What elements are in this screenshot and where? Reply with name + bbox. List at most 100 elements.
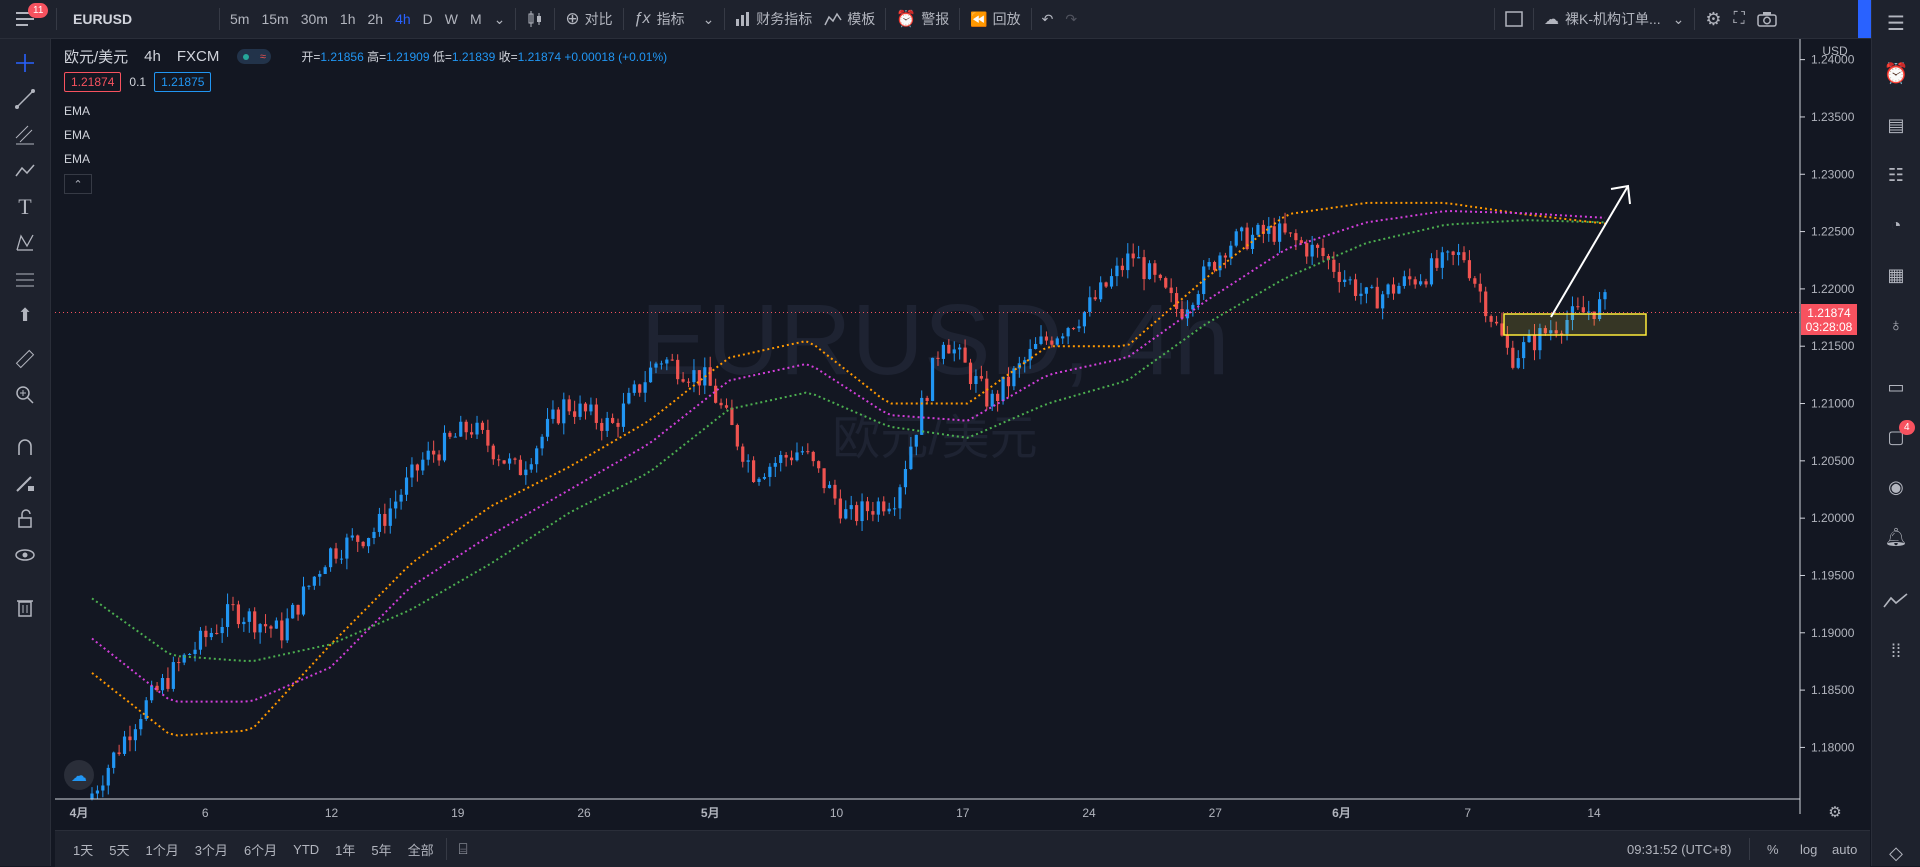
candle-body xyxy=(1158,274,1162,279)
interval-dropdown[interactable]: ⌄ xyxy=(488,0,512,38)
log-toggle[interactable]: log xyxy=(1800,842,1817,857)
redo-button[interactable]: ↷ xyxy=(1059,0,1083,38)
range-ytd[interactable]: YTD xyxy=(285,842,327,857)
range-6m[interactable]: 6个月 xyxy=(236,840,285,859)
interval-1h[interactable]: 1h xyxy=(334,0,362,38)
interval-2h[interactable]: 2h xyxy=(362,0,390,38)
symbol-search[interactable]: EURUSD xyxy=(61,11,215,27)
low-value: 1.21839 xyxy=(451,50,496,64)
auto-toggle[interactable]: auto xyxy=(1832,842,1857,857)
interval-4h[interactable]: 4h xyxy=(389,0,417,38)
candle-body xyxy=(898,487,902,509)
clock[interactable]: 09:31:52 (UTC+8) xyxy=(1627,842,1731,857)
calendar-button[interactable]: ▦ xyxy=(1883,262,1909,288)
undo-button[interactable]: ↶ xyxy=(1036,0,1060,38)
collapse-panel-button[interactable]: ◇ xyxy=(1883,840,1909,866)
magnet-tool[interactable] xyxy=(13,435,37,459)
trading-button[interactable] xyxy=(1883,588,1909,614)
hotlist-button[interactable]: ◔ xyxy=(1883,212,1909,238)
news-button[interactable]: ▤ xyxy=(1883,112,1909,138)
range-all[interactable]: 全部 xyxy=(400,840,442,859)
visibility-tool[interactable] xyxy=(13,543,37,567)
ruler-tool[interactable] xyxy=(13,347,37,371)
text-tool[interactable]: T xyxy=(13,194,37,219)
price-chart[interactable]: EURUSD, 4h 欧元/美元 1.240001.235001.230001.… xyxy=(55,39,1870,839)
candle-body xyxy=(1104,282,1108,287)
snapshot-button[interactable] xyxy=(1751,0,1783,38)
compare-button[interactable]: ⊕ 对比 xyxy=(559,0,618,38)
chats-button[interactable]: ▭ xyxy=(1883,374,1909,400)
range-1m[interactable]: 1个月 xyxy=(137,840,186,859)
range-3m[interactable]: 3个月 xyxy=(187,840,236,859)
trendline-tool[interactable] xyxy=(13,87,37,111)
indicator-ema-3[interactable]: EMA xyxy=(64,152,90,166)
forecast-arrow[interactable] xyxy=(1550,185,1629,318)
alert-button[interactable]: ⏰ 警报 xyxy=(890,0,955,38)
candle-body xyxy=(930,357,935,401)
candle-body xyxy=(1142,257,1146,280)
price-tick-label: 1.21000 xyxy=(1811,397,1855,411)
candle-body xyxy=(366,538,371,547)
financials-button[interactable]: 财务指标 xyxy=(729,0,818,38)
crosshair-tool[interactable] xyxy=(13,51,37,75)
range-1y[interactable]: 1年 xyxy=(327,840,363,859)
templates-button[interactable]: 模板 xyxy=(818,0,881,38)
separator xyxy=(1030,8,1032,30)
change-value: +0.00018 (+0.01%) xyxy=(564,50,668,64)
interval-30m[interactable]: 30m xyxy=(295,0,334,38)
candle-body xyxy=(388,508,392,526)
range-5y[interactable]: 5年 xyxy=(363,840,399,859)
remove-drawings-tool[interactable] xyxy=(13,595,37,619)
pitchfork-tool[interactable] xyxy=(13,123,37,147)
axis-settings-icon[interactable]: ⚙ xyxy=(1828,804,1841,821)
series-legend[interactable]: 欧元/美元 4h FXCM ≈ 开=1.21856 高=1.21909 低=1.… xyxy=(64,46,667,67)
data-window-button[interactable]: ☷ xyxy=(1883,162,1909,188)
range-5d[interactable]: 5天 xyxy=(101,840,137,859)
lock-all-tool[interactable] xyxy=(13,507,37,531)
watchlist-button[interactable]: ☰ xyxy=(1883,10,1909,36)
indicator-ema-2[interactable]: EMA xyxy=(64,128,90,142)
interval-m[interactable]: M xyxy=(464,0,488,38)
highlight-zone[interactable] xyxy=(1503,313,1647,336)
candle-body xyxy=(383,513,387,526)
candle-body xyxy=(632,384,636,393)
dom-button[interactable]: ⁞⁞ xyxy=(1883,638,1909,664)
buy-button[interactable]: 1.21875 xyxy=(154,72,212,92)
streams-button[interactable]: ◉ xyxy=(1883,474,1909,500)
candle-body xyxy=(741,446,745,462)
ideas-button[interactable]: ♁ xyxy=(1883,312,1909,338)
range-1d[interactable]: 1天 xyxy=(65,840,101,859)
lock-drawing-tool[interactable] xyxy=(13,471,37,495)
price-axis[interactable] xyxy=(1800,39,1870,839)
chart-type-button[interactable] xyxy=(520,0,550,38)
main-menu-button[interactable]: 11 xyxy=(0,0,52,38)
measure-lines-tool[interactable] xyxy=(13,267,37,291)
sell-button[interactable]: 1.21874 xyxy=(64,72,122,92)
candle-body xyxy=(551,409,555,419)
fullscreen-button[interactable]: ⛶ xyxy=(1728,0,1751,38)
interval-w[interactable]: W xyxy=(439,0,464,38)
pattern-tool[interactable] xyxy=(13,159,37,183)
layout-name-button[interactable]: ☁ 裸K-机构订单... ⌄ xyxy=(1538,0,1690,38)
percent-toggle[interactable]: % xyxy=(1767,842,1779,857)
candle-body xyxy=(459,421,463,437)
replay-button[interactable]: ⏪ 回放 xyxy=(964,0,1026,38)
indicators-button[interactable]: ƒx 指标 ⌄ xyxy=(628,0,721,38)
interval-15m[interactable]: 15m xyxy=(255,0,294,38)
layout-select-button[interactable] xyxy=(1499,0,1529,38)
interval-d[interactable]: D xyxy=(417,0,439,38)
settings-button[interactable]: ⚙ xyxy=(1699,0,1727,38)
pattern-xabcd-tool[interactable] xyxy=(13,231,37,255)
zoom-tool[interactable] xyxy=(13,383,37,407)
candle-body xyxy=(177,662,181,664)
indicator-ema-1[interactable]: EMA xyxy=(64,104,90,118)
candle-body xyxy=(621,403,626,427)
goto-date-button[interactable]: ⌸ xyxy=(451,841,476,858)
arrow-tool[interactable]: ⬆ xyxy=(13,303,37,327)
collapse-legend-button[interactable]: ⌃ xyxy=(64,174,92,194)
interval-5m[interactable]: 5m xyxy=(224,0,255,38)
messages-button[interactable]: ▢ 4 xyxy=(1883,420,1915,450)
notifications-button[interactable]: 🔔︎ xyxy=(1883,524,1909,550)
candle-body xyxy=(892,508,897,510)
alerts-panel-button[interactable]: ⏰ xyxy=(1883,60,1909,86)
